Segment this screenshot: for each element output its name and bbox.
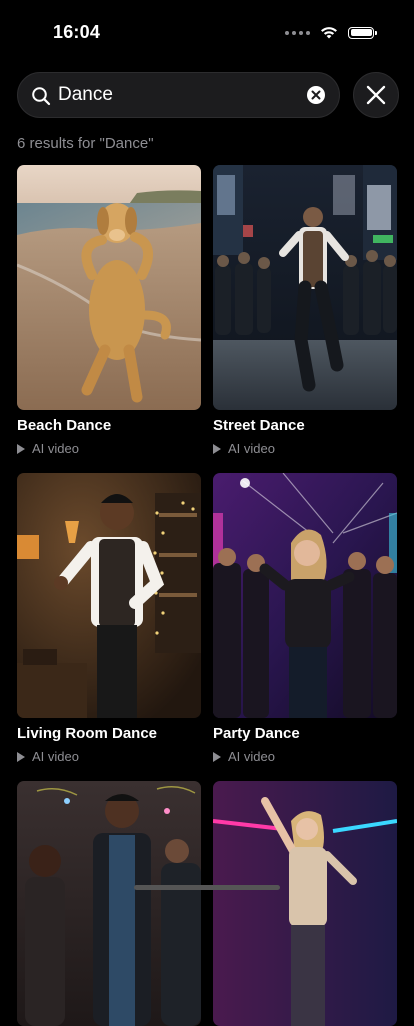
play-icon — [17, 443, 25, 454]
search-row — [17, 72, 399, 118]
play-icon — [213, 751, 221, 762]
close-icon — [366, 85, 386, 105]
card-title: Street Dance — [213, 417, 305, 434]
card-meta-label: AI video — [228, 441, 275, 456]
clear-search-icon[interactable] — [307, 86, 325, 104]
search-bar[interactable] — [17, 72, 340, 118]
search-icon — [32, 87, 51, 106]
card-meta: AI video — [213, 749, 275, 764]
video-thumbnail[interactable] — [17, 165, 201, 410]
video-thumbnail[interactable] — [213, 165, 397, 410]
battery-icon — [348, 26, 377, 39]
status-time: 16:04 — [53, 22, 101, 42]
card-meta-label: AI video — [228, 749, 275, 764]
result-card-6[interactable] — [213, 781, 397, 1026]
card-meta: AI video — [17, 749, 79, 764]
result-card-beach-dance[interactable]: Beach Dance AI video — [17, 165, 201, 456]
result-card-living-room-dance[interactable]: Living Room Dance AI video — [17, 473, 201, 764]
video-thumbnail[interactable] — [213, 781, 397, 1026]
video-thumbnail[interactable] — [213, 473, 397, 718]
cellular-dots-icon — [285, 30, 310, 35]
result-card-5[interactable] — [17, 781, 201, 1026]
card-meta: AI video — [17, 441, 79, 456]
status-bar: 16:04 — [0, 0, 414, 64]
video-thumbnail[interactable] — [17, 781, 201, 1026]
result-card-street-dance[interactable]: Street Dance AI video — [213, 165, 397, 456]
results-count: 6 results for "Dance" — [17, 135, 154, 152]
home-indicator — [134, 885, 280, 890]
video-thumbnail[interactable] — [17, 473, 201, 718]
card-title: Party Dance — [213, 725, 300, 742]
card-title: Living Room Dance — [17, 725, 158, 742]
status-icons — [285, 26, 377, 39]
card-meta: AI video — [213, 441, 275, 456]
card-meta-label: AI video — [32, 749, 79, 764]
wifi-icon — [321, 27, 337, 39]
card-title: Beach Dance — [17, 417, 112, 434]
card-meta-label: AI video — [32, 441, 79, 456]
result-card-party-dance[interactable]: Party Dance AI video — [213, 473, 397, 764]
play-icon — [17, 751, 25, 762]
search-input[interactable] — [58, 73, 298, 117]
close-search-button[interactable] — [353, 72, 399, 118]
play-icon — [213, 443, 221, 454]
